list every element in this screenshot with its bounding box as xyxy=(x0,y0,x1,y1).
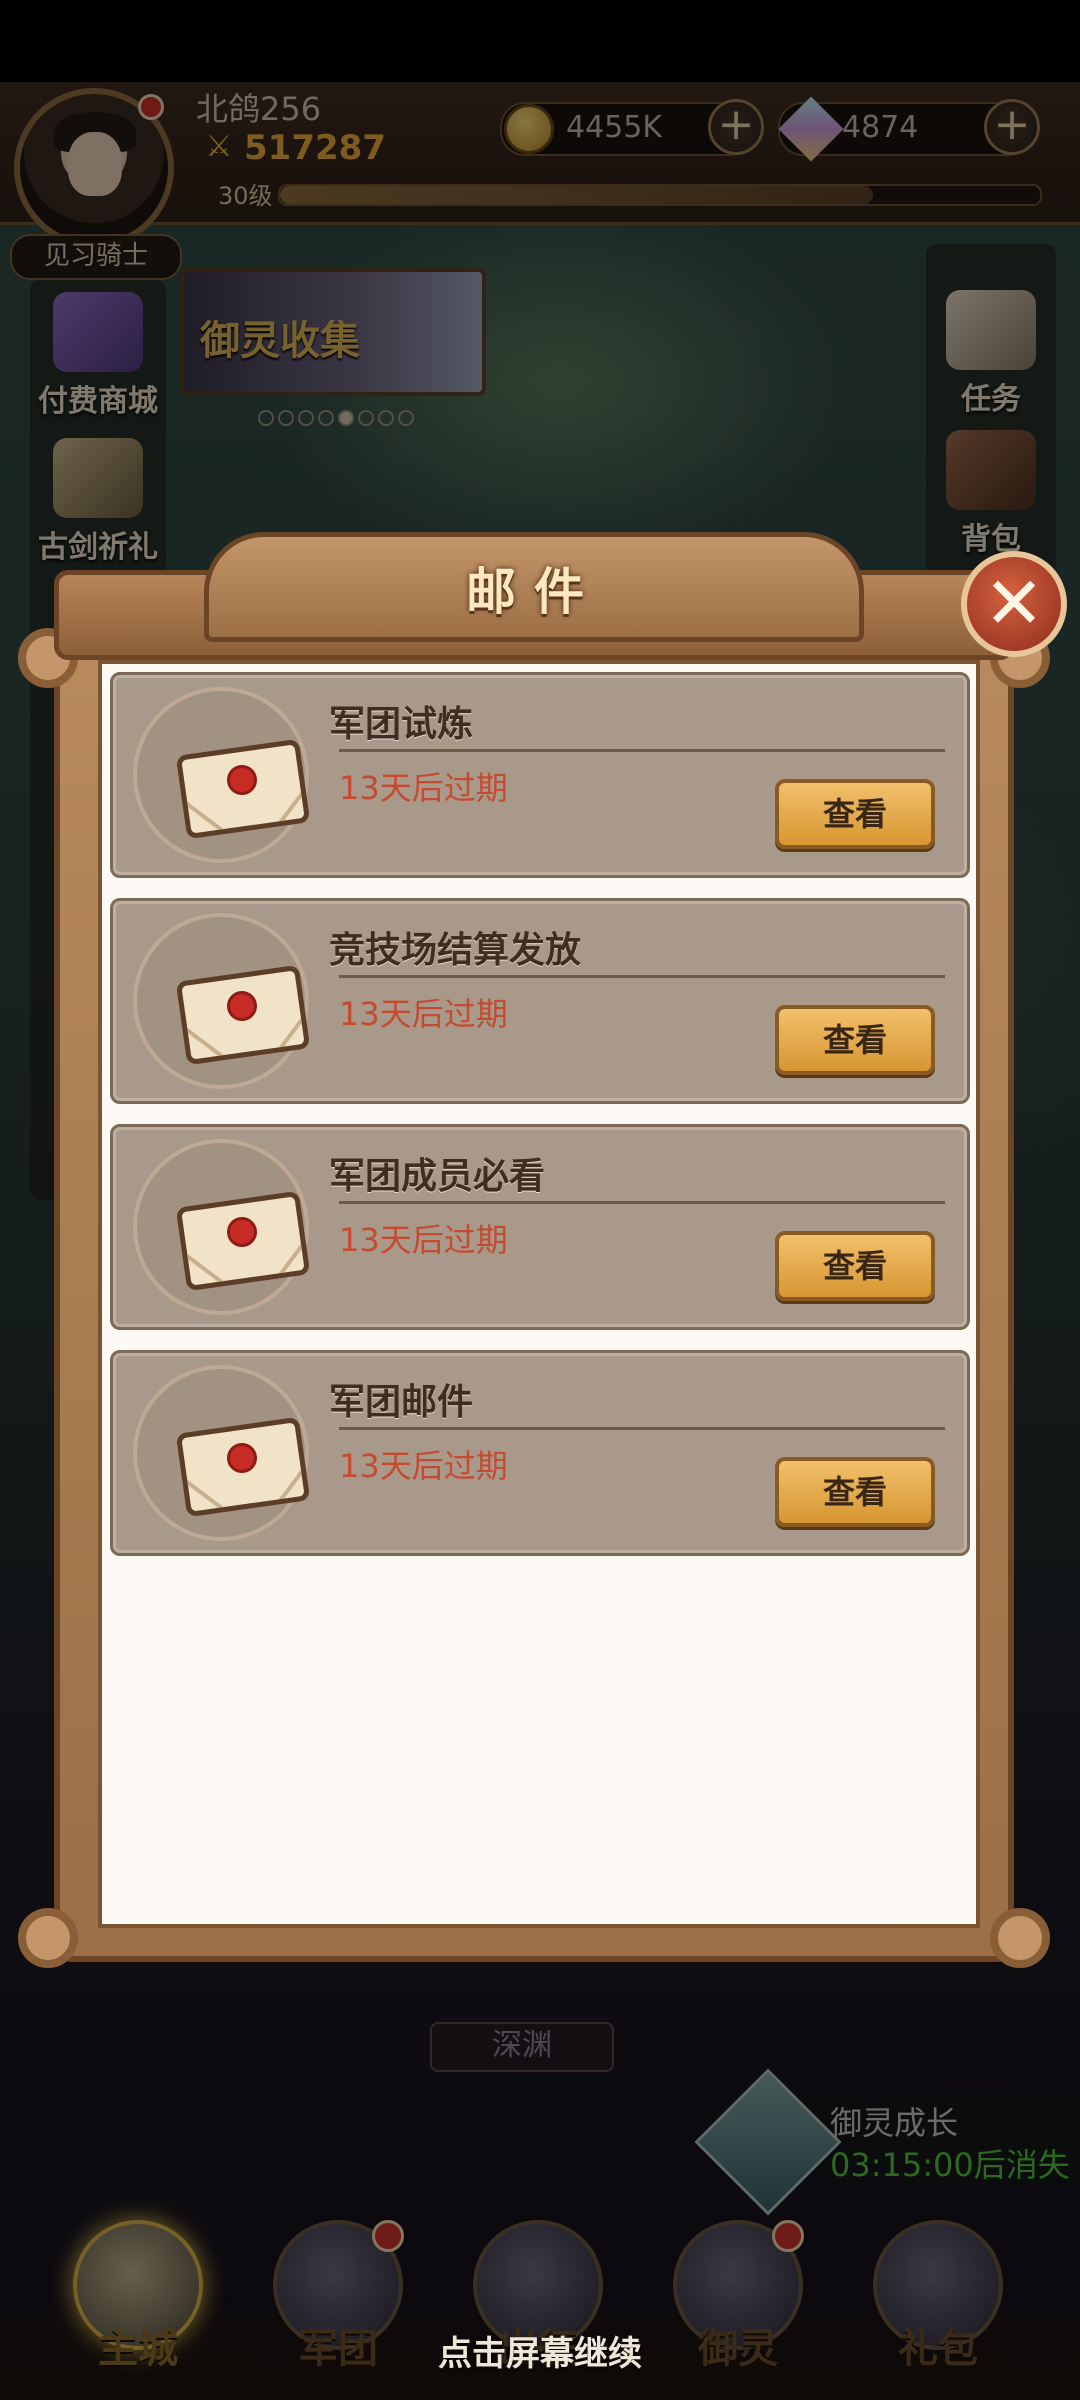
view-mail-button[interactable]: 查看 xyxy=(775,1457,935,1527)
mail-title: 军团试炼 xyxy=(329,704,474,745)
envelope-icon xyxy=(133,687,311,863)
divider xyxy=(339,1201,945,1204)
mail-title: 军团成员必看 xyxy=(329,1156,546,1197)
divider xyxy=(339,749,945,752)
mail-item[interactable]: 军团成员必看 13天后过期 查看 xyxy=(110,1124,970,1330)
mail-list: 军团试炼 13天后过期 查看 竞技场结算发放 13天后过期 查看 军团成员必看 … xyxy=(110,672,970,1576)
tap-to-continue-hint: 点击屏幕继续 xyxy=(438,2334,642,2374)
close-icon: ✕ xyxy=(983,561,1045,645)
envelope-icon xyxy=(133,1139,311,1315)
mail-expiry: 13天后过期 xyxy=(339,769,508,807)
divider xyxy=(339,975,945,978)
mail-item[interactable]: 军团试炼 13天后过期 查看 xyxy=(110,672,970,878)
mail-dialog-title: 邮件 xyxy=(466,563,602,621)
mail-expiry: 13天后过期 xyxy=(339,995,508,1033)
mail-title: 竞技场结算发放 xyxy=(329,930,582,971)
view-mail-button[interactable]: 查看 xyxy=(775,779,935,849)
mail-item[interactable]: 竞技场结算发放 13天后过期 查看 xyxy=(110,898,970,1104)
mail-expiry: 13天后过期 xyxy=(339,1447,508,1485)
close-button[interactable]: ✕ xyxy=(961,551,1067,657)
view-mail-button[interactable]: 查看 xyxy=(775,1005,935,1075)
mail-title: 军团邮件 xyxy=(329,1382,474,1423)
divider xyxy=(339,1427,945,1430)
frame-ornament xyxy=(18,1908,78,1968)
envelope-icon xyxy=(133,1365,311,1541)
view-mail-button[interactable]: 查看 xyxy=(775,1231,935,1301)
mail-item[interactable]: 军团邮件 13天后过期 查看 xyxy=(110,1350,970,1556)
envelope-icon xyxy=(133,913,311,1089)
frame-ornament xyxy=(990,1908,1050,1968)
mail-expiry: 13天后过期 xyxy=(339,1221,508,1259)
